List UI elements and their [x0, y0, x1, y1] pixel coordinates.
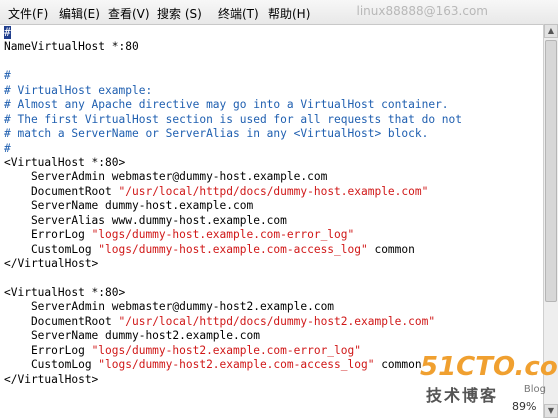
comment-text: #	[4, 141, 11, 155]
plain-text: <VirtualHost *:80>	[4, 285, 126, 299]
plain-text: </VirtualHost>	[4, 257, 99, 270]
directive-key: DocumentRoot	[4, 314, 119, 328]
editor-line: ServerAdmin webmaster@dummy-host2.exampl…	[4, 300, 543, 314]
plain-text: ServerName dummy-host.example.com	[4, 199, 254, 213]
menu-terminal[interactable]: 终端(T)	[218, 5, 259, 22]
directive-rest: common	[367, 242, 415, 256]
menu-edit[interactable]: 编辑(E)	[59, 5, 100, 22]
directive-key: DocumentRoot	[4, 184, 119, 198]
editor-line: # VirtualHost example:	[4, 84, 543, 98]
directive-key: CustomLog	[4, 358, 99, 372]
plain-text: ServerAdmin webmaster@dummy-host.example…	[4, 170, 328, 184]
directive-string-value: "logs/dummy-host.example.com-access_log"	[98, 242, 368, 256]
scroll-down-arrow-icon[interactable]: ▼	[544, 404, 558, 418]
editor-line: ErrorLog "logs/dummy-host2.example.com-e…	[4, 344, 543, 358]
editor-line: ServerName dummy-host2.example.com	[4, 329, 543, 343]
text-cursor: #	[4, 26, 11, 39]
editor-line: DocumentRoot "/usr/local/httpd/docs/dumm…	[4, 315, 543, 329]
editor-line: #	[4, 142, 543, 156]
plain-text: NameVirtualHost *:80	[4, 40, 139, 54]
directive-key: CustomLog	[4, 242, 99, 256]
vertical-scrollbar[interactable]: ▲ ▼	[543, 24, 558, 418]
editor-line: #	[4, 26, 543, 40]
scroll-thumb[interactable]	[545, 40, 557, 302]
comment-text: # VirtualHost example:	[4, 83, 153, 97]
editor-line: NameVirtualHost *:80	[4, 40, 543, 54]
editor-line: CustomLog "logs/dummy-host.example.com-a…	[4, 243, 543, 257]
plain-text: <VirtualHost *:80>	[4, 155, 126, 169]
menu-search[interactable]: 搜索 (S)	[157, 5, 202, 22]
plain-text: ServerAlias www.dummy-host.example.com	[4, 213, 287, 227]
menu-view[interactable]: 查看(V)	[108, 5, 150, 22]
menu-file[interactable]: 文件(F)	[8, 5, 48, 22]
directive-string-value: "logs/dummy-host2.example.com-error_log"	[91, 343, 361, 357]
comment-text: # match a ServerName or ServerAlias in a…	[4, 127, 429, 141]
plain-text: ServerName dummy-host2.example.com	[4, 329, 260, 343]
editor-line: # match a ServerName or ServerAlias in a…	[4, 127, 543, 141]
editor-line: DocumentRoot "/usr/local/httpd/docs/dumm…	[4, 185, 543, 199]
directive-key: ErrorLog	[4, 228, 92, 242]
scroll-up-arrow-icon[interactable]: ▲	[544, 24, 558, 38]
scroll-position-indicator: 89%	[512, 400, 537, 413]
comment-text: # Almost any Apache directive may go int…	[4, 98, 449, 112]
plain-text: </VirtualHost>	[4, 372, 99, 386]
comment-text: #	[4, 69, 11, 83]
plain-text: ServerAdmin webmaster@dummy-host2.exampl…	[4, 300, 335, 314]
directive-string-value: "logs/dummy-host.example.com-error_log"	[91, 228, 355, 242]
menu-bar: 文件(F) 编辑(E) 查看(V) 搜索 (S) 终端(T) 帮助(H) lin…	[0, 0, 558, 25]
directive-string-value: "logs/dummy-host2.example.com-access_log…	[98, 358, 375, 372]
editor-line: ServerAdmin webmaster@dummy-host.example…	[4, 170, 543, 184]
editor-line: ServerAlias www.dummy-host.example.com	[4, 214, 543, 228]
editor-line: <VirtualHost *:80>	[4, 156, 543, 170]
editor-line: </VirtualHost>	[4, 373, 543, 387]
comment-text: # The first VirtualHost section is used …	[4, 112, 463, 126]
editor-line: CustomLog "logs/dummy-host2.example.com-…	[4, 358, 543, 372]
editor-line: ErrorLog "logs/dummy-host.example.com-er…	[4, 228, 543, 242]
directive-string-value: "/usr/local/httpd/docs/dummy-host.exampl…	[118, 184, 429, 198]
menu-help[interactable]: 帮助(H)	[268, 5, 310, 22]
editor-line: ServerName dummy-host.example.com	[4, 199, 543, 213]
watermark-email: linux88888@163.com	[356, 4, 488, 18]
text-editor-area[interactable]: # NameVirtualHost *:80 # # VirtualHost exam…	[0, 24, 543, 418]
editor-line: <VirtualHost *:80>	[4, 286, 543, 300]
directive-rest: common	[374, 358, 422, 372]
editor-line: # The first VirtualHost section is used …	[4, 113, 543, 127]
editor-line: </VirtualHost>	[4, 257, 543, 271]
editor-line: #	[4, 69, 543, 83]
editor-line: # Almost any Apache directive may go int…	[4, 98, 543, 112]
directive-string-value: "/usr/local/httpd/docs/dummy-host2.examp…	[118, 314, 436, 328]
directive-key: ErrorLog	[4, 343, 92, 357]
